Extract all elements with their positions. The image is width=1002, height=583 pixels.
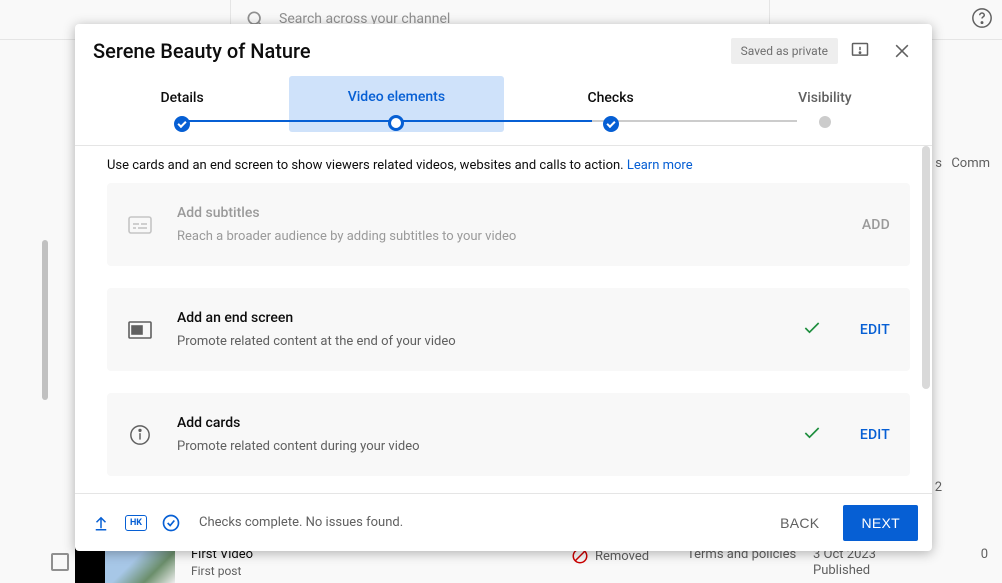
step-line-1	[182, 120, 387, 122]
card-subtitles-title: Add subtitles	[177, 205, 838, 221]
next-button[interactable]: NEXT	[843, 505, 918, 541]
card-cards-title: Add cards	[177, 415, 778, 431]
modal-header: Serene Beauty of Nature Saved as private	[75, 24, 932, 78]
body-scrollbar[interactable]	[922, 146, 930, 389]
step-checks[interactable]: Checks	[504, 82, 718, 145]
step-video-elements[interactable]: Video elements	[289, 76, 503, 132]
add-subtitles-button: ADD	[862, 217, 890, 233]
end-screen-icon	[127, 317, 153, 343]
upload-modal: Serene Beauty of Nature Saved as private…	[75, 24, 932, 551]
info-card-icon	[127, 422, 153, 448]
step-line-3	[592, 120, 797, 122]
upload-status-icon[interactable]	[89, 511, 113, 535]
step-dot-video-elements	[388, 115, 404, 131]
step-line-2	[387, 120, 592, 122]
card-cards: Add cards Promote related content during…	[107, 393, 910, 476]
step-dot-visibility	[819, 116, 831, 128]
footer-status-text: Checks complete. No issues found.	[199, 515, 403, 530]
step-dot-checks	[603, 116, 619, 132]
card-subtitles-desc: Reach a broader audience by adding subti…	[177, 229, 838, 244]
card-end-screen-desc: Promote related content at the end of yo…	[177, 334, 778, 349]
modal-body: Use cards and an end screen to show view…	[75, 146, 932, 493]
saved-status-badge: Saved as private	[731, 38, 838, 64]
step-label-details: Details	[161, 90, 204, 106]
step-label-checks: Checks	[588, 90, 634, 106]
cards-check-icon	[802, 423, 822, 447]
step-label-video-elements: Video elements	[348, 89, 445, 105]
hd-badge-icon[interactable]: HK	[125, 515, 147, 531]
close-icon[interactable]	[890, 39, 914, 63]
card-end-screen-title: Add an end screen	[177, 310, 778, 326]
step-visibility[interactable]: Visibility	[718, 82, 932, 145]
intro-text: Use cards and an end screen to show view…	[107, 146, 932, 183]
subtitles-icon	[127, 212, 153, 238]
step-details[interactable]: Details	[75, 82, 289, 145]
step-dot-details	[174, 116, 190, 132]
learn-more-link[interactable]: Learn more	[627, 158, 693, 173]
modal-title: Serene Beauty of Nature	[93, 39, 721, 63]
stepper: Details Video elements Checks Visibility	[75, 82, 932, 146]
card-subtitles: Add subtitles Reach a broader audience b…	[107, 183, 910, 266]
feedback-icon[interactable]	[848, 39, 872, 63]
card-end-screen: Add an end screen Promote related conten…	[107, 288, 910, 371]
back-button[interactable]: BACK	[768, 507, 831, 539]
modal-footer: HK Checks complete. No issues found. BAC…	[75, 493, 932, 551]
step-label-visibility: Visibility	[798, 90, 851, 106]
edit-cards-button[interactable]: EDIT	[860, 427, 890, 443]
end-screen-check-icon	[802, 318, 822, 342]
edit-end-screen-button[interactable]: EDIT	[860, 322, 890, 338]
checks-complete-icon[interactable]	[159, 511, 183, 535]
card-cards-desc: Promote related content during your vide…	[177, 439, 778, 454]
